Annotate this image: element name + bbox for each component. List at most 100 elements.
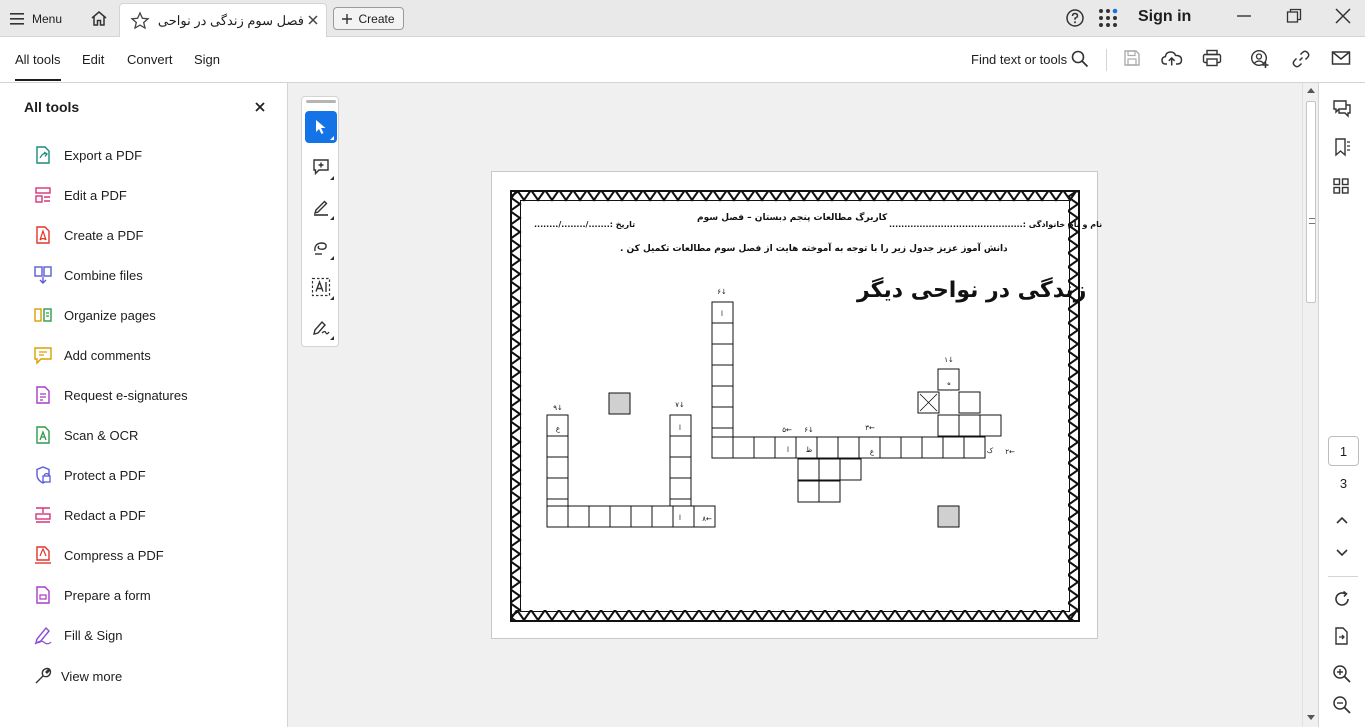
view-more-link[interactable]: View more — [32, 663, 122, 689]
tool-edit-pdf[interactable]: Edit a PDF — [32, 182, 127, 208]
tool-organize-pages[interactable]: Organize pages — [32, 302, 156, 328]
home-button[interactable] — [86, 6, 112, 31]
tool-fill-sign[interactable]: Fill & Sign — [32, 622, 123, 648]
crossword-cell — [711, 343, 734, 366]
fill-sign-icon — [34, 626, 52, 645]
pen-icon — [313, 200, 328, 216]
crossword-cell — [958, 391, 981, 414]
draw-tool-button[interactable] — [305, 231, 337, 263]
quick-tools-bar — [301, 96, 339, 347]
tool-create-pdf[interactable]: Create a PDF — [32, 222, 143, 248]
tool-label: Scan & OCR — [64, 427, 139, 443]
crossword-cell — [546, 477, 569, 500]
tab-sign[interactable]: Sign — [194, 52, 220, 67]
rotate-icon[interactable] — [1332, 589, 1352, 609]
create-button[interactable]: Create — [333, 7, 404, 30]
crossword-cell — [958, 414, 981, 437]
clue-number: ۳← — [865, 424, 875, 432]
close-window-icon[interactable] — [1334, 7, 1352, 25]
document-tab[interactable]: فصل سوم زندگی در نواحی د.. — [119, 3, 327, 37]
apps-icon[interactable] — [1098, 8, 1118, 28]
tool-label: View more — [61, 668, 123, 684]
sign-in-button[interactable]: Sign in — [1138, 8, 1191, 26]
tool-label: Edit a PDF — [64, 187, 127, 203]
clue-number: ۸← — [702, 515, 712, 523]
scroll-down-arrow[interactable] — [1307, 715, 1315, 720]
restore-icon[interactable] — [1286, 8, 1302, 24]
menu-label: Menu — [32, 11, 63, 26]
tool-scan-ocr[interactable]: Scan & OCR — [32, 422, 138, 448]
prepare-form-icon — [36, 586, 50, 604]
cursor-icon — [316, 120, 326, 134]
cell-letter: ک — [987, 447, 994, 455]
email-icon[interactable] — [1331, 49, 1351, 67]
tool-export-pdf[interactable]: Export a PDF — [32, 142, 142, 168]
current-page-input[interactable]: 1 — [1328, 436, 1359, 466]
crossword-cell — [879, 436, 902, 459]
close-tab-icon[interactable] — [306, 13, 320, 27]
chevron-up-icon[interactable] — [1335, 515, 1349, 525]
comments-panel-icon[interactable] — [1332, 99, 1352, 119]
clue-number: ۲← — [1005, 448, 1015, 456]
tool-request-esignatures[interactable]: Request e-signatures — [32, 382, 188, 408]
tool-label: Protect a PDF — [64, 467, 146, 483]
crossword-cell — [546, 505, 569, 528]
highlight-tool-button[interactable] — [305, 191, 337, 223]
tool-label: Create a PDF — [64, 227, 144, 243]
panel-title: All tools — [24, 99, 80, 115]
signature-icon — [313, 320, 330, 335]
upload-cloud-icon[interactable] — [1161, 49, 1183, 67]
crossword-cell — [669, 477, 692, 500]
add-comments-icon — [34, 347, 52, 365]
crossword-cell — [711, 436, 734, 459]
tab-convert[interactable]: Convert — [127, 52, 173, 67]
tool-label: Prepare a form — [64, 587, 151, 603]
find-text-or-tools[interactable]: Find text or tools — [971, 52, 1067, 67]
tool-label: Compress a PDF — [64, 547, 164, 563]
share-user-icon[interactable] — [1250, 49, 1270, 69]
crossword-cell — [609, 505, 632, 528]
scroll-thumb[interactable] — [1306, 101, 1316, 303]
vertical-scrollbar[interactable] — [1302, 83, 1318, 727]
export-pdf-icon — [36, 146, 50, 164]
tool-add-comments[interactable]: Add comments — [32, 342, 151, 368]
tab-edit[interactable]: Edit — [82, 52, 104, 67]
search-icon[interactable] — [1071, 50, 1089, 68]
star-icon[interactable] — [130, 11, 150, 31]
link-icon[interactable] — [1291, 49, 1311, 69]
zoom-out-icon[interactable] — [1332, 695, 1352, 715]
bookmark-icon[interactable] — [1332, 137, 1352, 157]
clue-number: ۵← — [782, 426, 792, 434]
zoom-in-icon[interactable] — [1332, 664, 1352, 684]
crossword-cell — [546, 456, 569, 479]
crossword-cell — [546, 435, 569, 458]
help-icon[interactable] — [1065, 8, 1085, 28]
all-tools-panel: All tools Export a PDF Edit a PDF Create… — [0, 83, 288, 727]
tool-prepare-form[interactable]: Prepare a form — [32, 582, 151, 608]
text-tool-button[interactable] — [305, 271, 337, 303]
tool-redact-pdf[interactable]: Redact a PDF — [32, 502, 146, 528]
title-bar: Menu فصل سوم زندگی در نواحی د.. Create S… — [0, 0, 1365, 37]
menu-button[interactable]: Menu — [10, 6, 62, 31]
scroll-up-arrow[interactable] — [1307, 88, 1315, 93]
select-tool-button[interactable] — [305, 111, 337, 143]
thumbnails-icon[interactable] — [1332, 177, 1350, 195]
page-extract-icon[interactable] — [1332, 626, 1352, 646]
close-panel-icon[interactable] — [254, 101, 266, 113]
crossword-cell — [816, 436, 839, 459]
sign-tool-button[interactable] — [305, 311, 337, 343]
chevron-down-icon[interactable] — [1335, 548, 1349, 558]
tool-combine-files[interactable]: Combine files — [32, 262, 143, 288]
crossword-cell — [942, 436, 965, 459]
drag-handle[interactable] — [306, 100, 336, 103]
save-icon[interactable] — [1123, 49, 1141, 67]
cell-letter: ا — [679, 514, 681, 522]
tab-all-tools[interactable]: All tools — [15, 52, 61, 81]
print-icon[interactable] — [1202, 49, 1222, 67]
tool-protect-pdf[interactable]: Protect a PDF — [32, 462, 146, 488]
add-comment-tool-button[interactable] — [305, 151, 337, 183]
minimize-icon[interactable] — [1236, 8, 1252, 24]
crossword-cell — [979, 414, 1002, 437]
tool-compress-pdf[interactable]: Compress a PDF — [32, 542, 164, 568]
crossword-cell — [669, 456, 692, 479]
